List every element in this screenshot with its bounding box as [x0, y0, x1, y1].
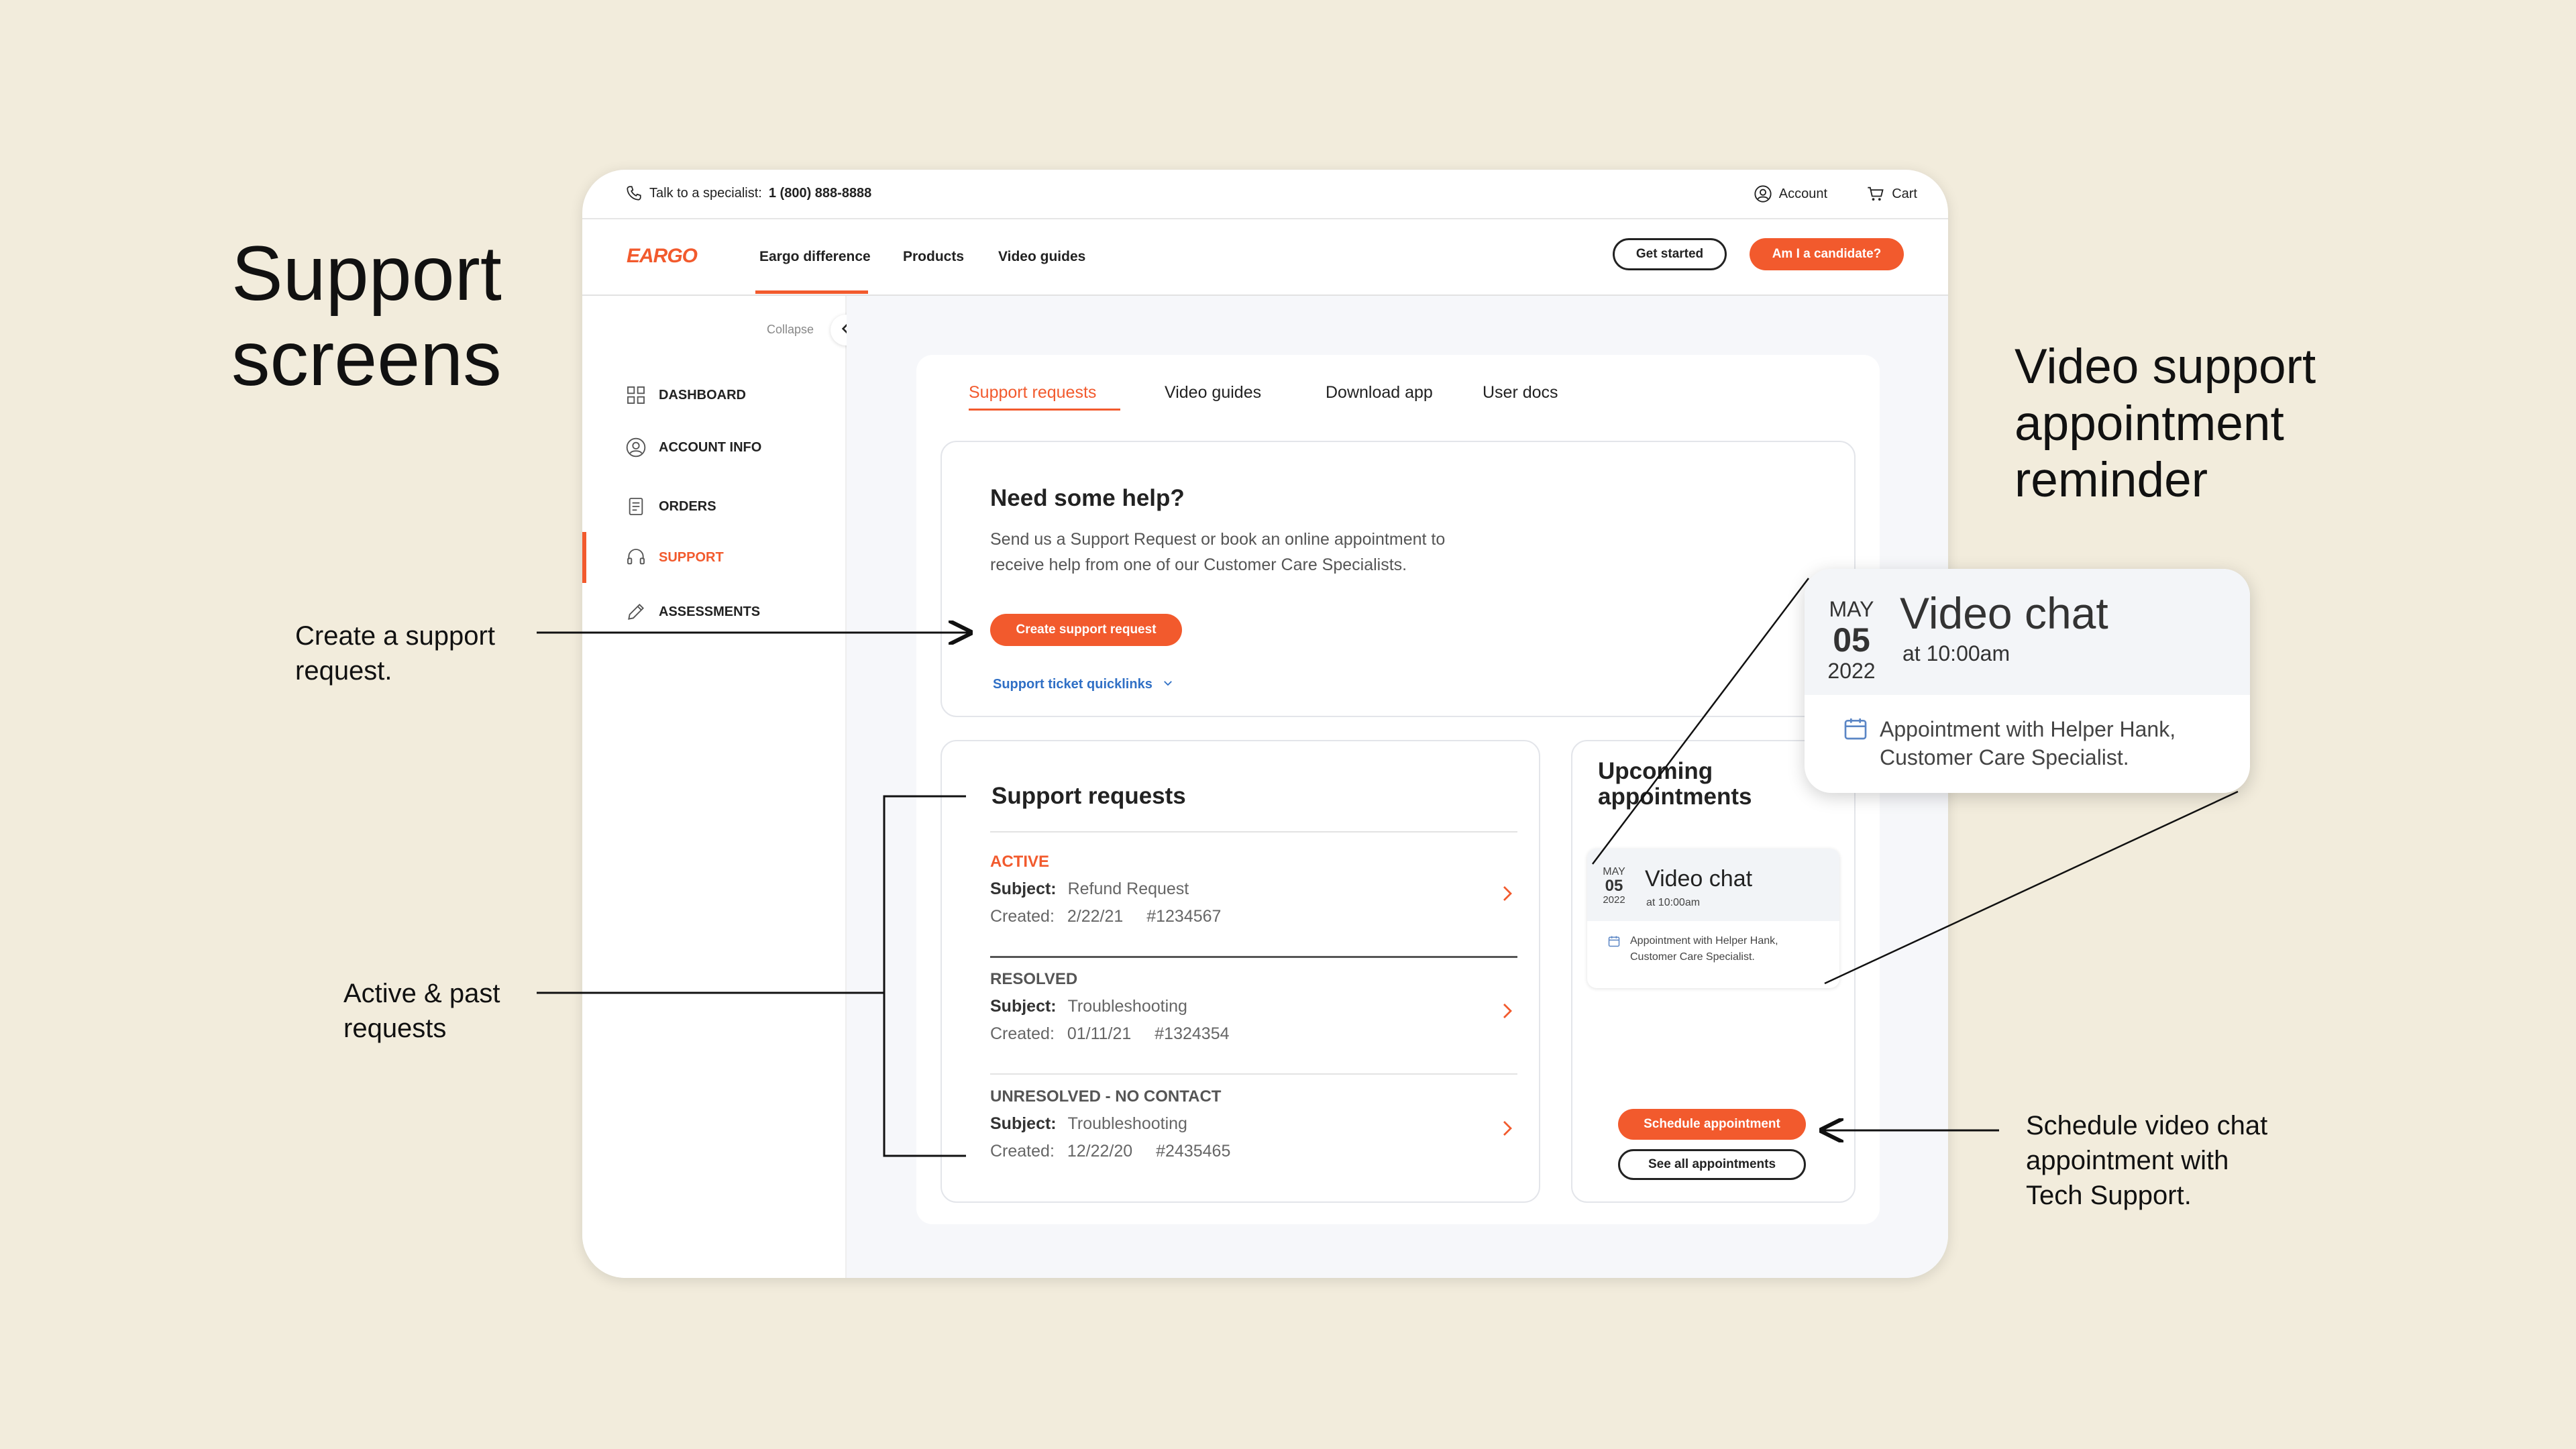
- zoom-line-bottom: [1824, 790, 2239, 985]
- bracket-requests: [883, 795, 966, 1157]
- zoom-line-top: [1592, 578, 1809, 865]
- annotation-connectors: [537, 578, 2239, 1157]
